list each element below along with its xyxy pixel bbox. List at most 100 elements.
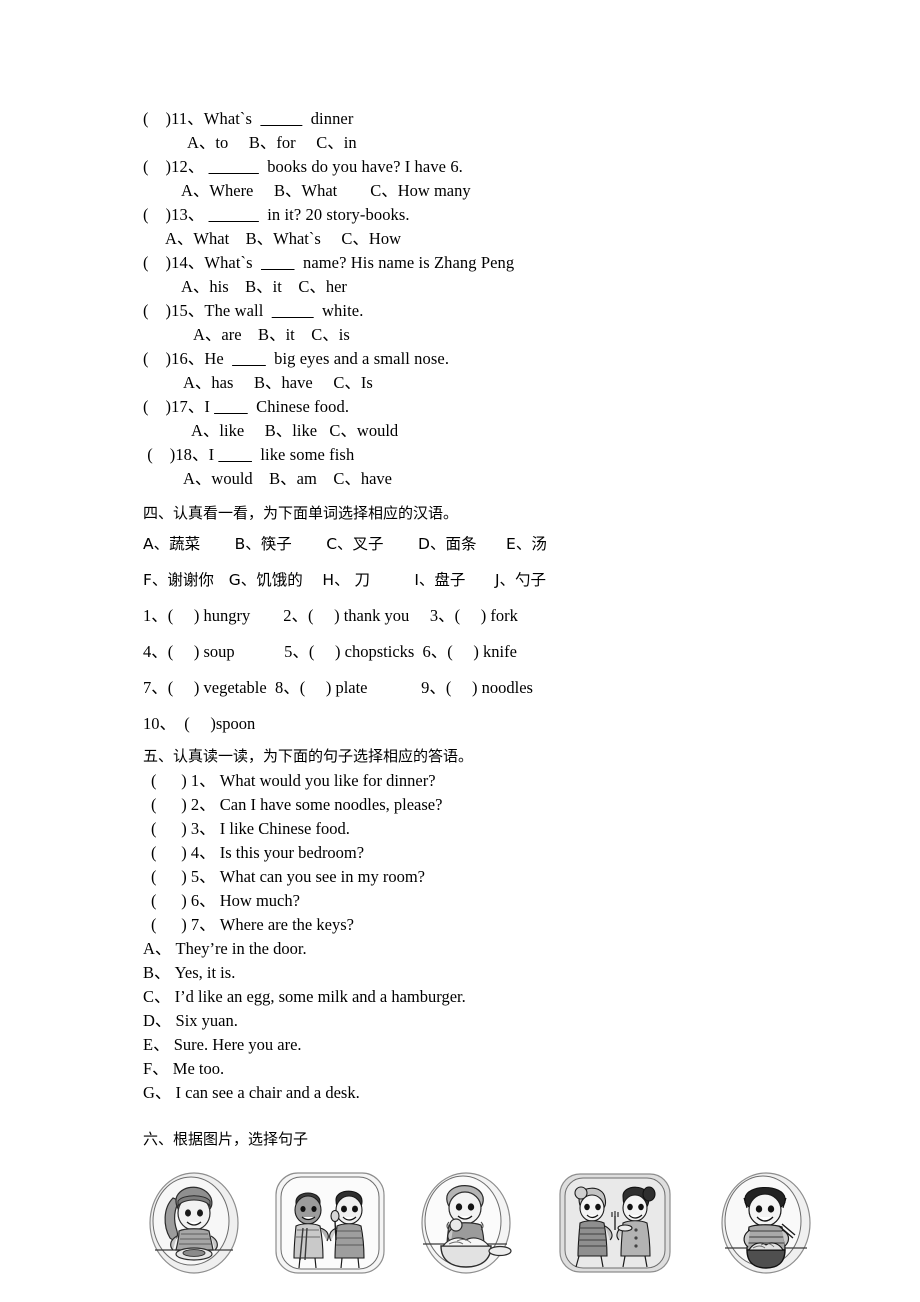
picture-strip <box>143 1168 883 1283</box>
answer-bracket[interactable]: ( ) <box>143 301 171 320</box>
picture-5-boy-eating-noodles-with-chopsticks[interactable] <box>715 1168 817 1278</box>
options-line[interactable]: A、to B、for C、in <box>143 131 883 155</box>
options-line[interactable]: A、are B、it C、is <box>143 323 883 347</box>
answer-option: F、 Me too. <box>143 1059 225 1078</box>
section-five: 五、认真读一读，为下面的句子选择相应的答语。 ( ) 1、 What would… <box>143 744 883 1105</box>
answer-bracket[interactable]: ( ) <box>143 445 175 464</box>
mc-question-18: ( )18、I ____ like some fish A、would B、am… <box>143 443 883 491</box>
answer-bracket[interactable]: ( ) <box>143 397 171 416</box>
word-bank-items: F、谢谢你 G、饥饿的 H、 刀 I、盘子 J、勺子 <box>143 571 547 589</box>
question-number: 15、 <box>171 301 205 320</box>
fill-blank[interactable]: ______ <box>209 157 259 176</box>
answer-option: D、 Six yuan. <box>143 1011 238 1030</box>
question-number: 16、 <box>171 349 205 368</box>
options-line[interactable]: A、has B、have C、Is <box>143 371 883 395</box>
stem-before-blank: I <box>208 445 219 464</box>
fill-blank[interactable]: ______ <box>209 205 259 224</box>
stem-after-blank: dinner <box>302 109 354 128</box>
answer-bracket[interactable]: ( ) <box>143 253 171 272</box>
match-row[interactable]: 10、 ( )spoon <box>143 706 883 742</box>
worksheet-content: ( )11、What`s _____ dinner A、to B、for C、i… <box>143 107 883 1152</box>
question-line: ( )15、The wall _____ white. <box>143 299 883 323</box>
question-line: ( )13、 ______ in it? 20 story-books. <box>143 203 883 227</box>
worksheet-page: ( )11、What`s _____ dinner A、to B、for C、i… <box>0 0 920 1302</box>
answer-bracket[interactable]: ( ) <box>143 109 171 128</box>
question-number: 18、 <box>175 445 209 464</box>
options-line[interactable]: A、would B、am C、have <box>143 467 883 491</box>
girl-eating-with-fork-icon <box>149 1172 239 1274</box>
stem-before-blank: I <box>204 397 215 416</box>
answer-option: C、 I’d like an egg, some milk and a hamb… <box>143 987 466 1006</box>
answer-option: G、 I can see a chair and a desk. <box>143 1083 360 1102</box>
mc-question-16: ( )16、He ____ big eyes and a small nose.… <box>143 347 883 395</box>
fill-blank[interactable]: ____ <box>218 445 251 464</box>
options-line[interactable]: A、his B、it C、her <box>143 275 883 299</box>
stem-after-blank: big eyes and a small nose. <box>265 349 450 368</box>
two-boys-with-utensils-icon <box>275 1172 385 1274</box>
sentence-item[interactable]: ( ) 3、 I like Chinese food. <box>143 817 883 841</box>
word-bank-items: A、蔬菜 B、筷子 C、叉子 D、面条 E、汤 <box>143 535 547 553</box>
fill-blank[interactable]: _____ <box>272 301 314 320</box>
question-number: 17、 <box>171 397 205 416</box>
match-row[interactable]: 7、( ) vegetable 8、( ) plate 9、( ) noodle… <box>143 670 883 706</box>
picture-1-girl-eating-with-fork[interactable] <box>143 1168 245 1278</box>
stem-after-blank: Chinese food. <box>247 397 350 416</box>
multiple-choice-section: ( )11、What`s _____ dinner A、to B、for C、i… <box>143 107 883 491</box>
match-row[interactable]: 1、( ) hungry 2、( ) thank you 3、( ) fork <box>143 598 883 634</box>
answer-bracket[interactable]: ( ) <box>143 349 171 368</box>
picture-4-two-girls-with-fork-and-plate[interactable] <box>555 1168 675 1278</box>
answer-option: A、 They’re in the door. <box>143 939 307 958</box>
stem-before-blank: The wall <box>204 301 272 320</box>
sentence-item[interactable]: ( ) 5、 What can you see in my room? <box>143 865 883 889</box>
picture-3-boy-eating-noodles-from-bowl[interactable] <box>415 1168 517 1278</box>
question-number: 12、 <box>171 157 205 176</box>
section-four-heading: 四、认真看一看，为下面单词选择相应的汉语。 <box>143 504 459 522</box>
answer-option: B、 Yes, it is. <box>143 963 236 982</box>
sentence-item[interactable]: ( ) 7、 Where are the keys? <box>143 913 883 937</box>
word-bank-row-2: F、谢谢你 G、饥饿的 H、 刀 I、盘子 J、勺子 <box>143 562 883 598</box>
options-line[interactable]: A、Where B、What C、How many <box>143 179 883 203</box>
section-five-heading: 五、认真读一读，为下面的句子选择相应的答语。 <box>143 747 474 765</box>
fill-blank[interactable]: ____ <box>232 349 265 368</box>
stem-after-blank: books do you have? I have 6. <box>258 157 463 176</box>
question-line: ( )18、I ____ like some fish <box>143 443 883 467</box>
mc-question-17: ( )17、I ____ Chinese food. A、like B、like… <box>143 395 883 443</box>
mc-question-13: ( )13、 ______ in it? 20 story-books. A、W… <box>143 203 883 251</box>
section-six-heading: 六、根据图片，选择句子 <box>143 1130 309 1148</box>
question-number: 11、 <box>171 109 204 128</box>
stem-before-blank: What`s <box>204 253 262 272</box>
answer-option: E、 Sure. Here you are. <box>143 1035 302 1054</box>
mc-question-14: ( )14、What`s ____ name? His name is Zhan… <box>143 251 883 299</box>
sentence-item[interactable]: ( ) 6、 How much? <box>143 889 883 913</box>
boy-eating-noodles-icon <box>421 1172 512 1274</box>
question-line: ( )14、What`s ____ name? His name is Zhan… <box>143 251 883 275</box>
answer-bracket[interactable]: ( ) <box>143 205 171 224</box>
question-line: ( )11、What`s _____ dinner <box>143 107 883 131</box>
two-girls-icon <box>559 1173 671 1273</box>
sentence-item[interactable]: ( ) 4、 Is this your bedroom? <box>143 841 883 865</box>
sentence-item[interactable]: ( ) 2、 Can I have some noodles, please? <box>143 793 883 817</box>
fill-blank[interactable]: _____ <box>261 109 303 128</box>
options-line[interactable]: A、What B、What`s C、How <box>143 227 883 251</box>
question-line: ( )17、I ____ Chinese food. <box>143 395 883 419</box>
stem-before-blank: What`s <box>203 109 261 128</box>
question-number: 14、 <box>171 253 205 272</box>
picture-2-two-boys-with-chopsticks-and-spoon[interactable] <box>270 1168 390 1278</box>
fill-blank[interactable]: ____ <box>214 397 247 416</box>
question-line: ( )16、He ____ big eyes and a small nose. <box>143 347 883 371</box>
question-line: ( )12、 ______ books do you have? I have … <box>143 155 883 179</box>
mc-question-11: ( )11、What`s _____ dinner A、to B、for C、i… <box>143 107 883 155</box>
fill-blank[interactable]: ____ <box>261 253 294 272</box>
stem-after-blank: white. <box>313 301 364 320</box>
boy-with-chopsticks-icon <box>721 1172 811 1274</box>
sentence-item[interactable]: ( ) 1、 What would you like for dinner? <box>143 769 883 793</box>
mc-question-15: ( )15、The wall _____ white. A、are B、it C… <box>143 299 883 347</box>
options-line[interactable]: A、like B、like C、would <box>143 419 883 443</box>
stem-before-blank: He <box>204 349 233 368</box>
answer-bracket[interactable]: ( ) <box>143 157 171 176</box>
section-four: 四、认真看一看，为下面单词选择相应的汉语。 A、蔬菜 B、筷子 C、叉子 D、面… <box>143 501 883 742</box>
question-number: 13、 <box>171 205 205 224</box>
stem-after-blank: name? His name is Zhang Peng <box>294 253 515 272</box>
mc-question-12: ( )12、 ______ books do you have? I have … <box>143 155 883 203</box>
match-row[interactable]: 4、( ) soup 5、( ) chopsticks 6、( ) knife <box>143 634 883 670</box>
